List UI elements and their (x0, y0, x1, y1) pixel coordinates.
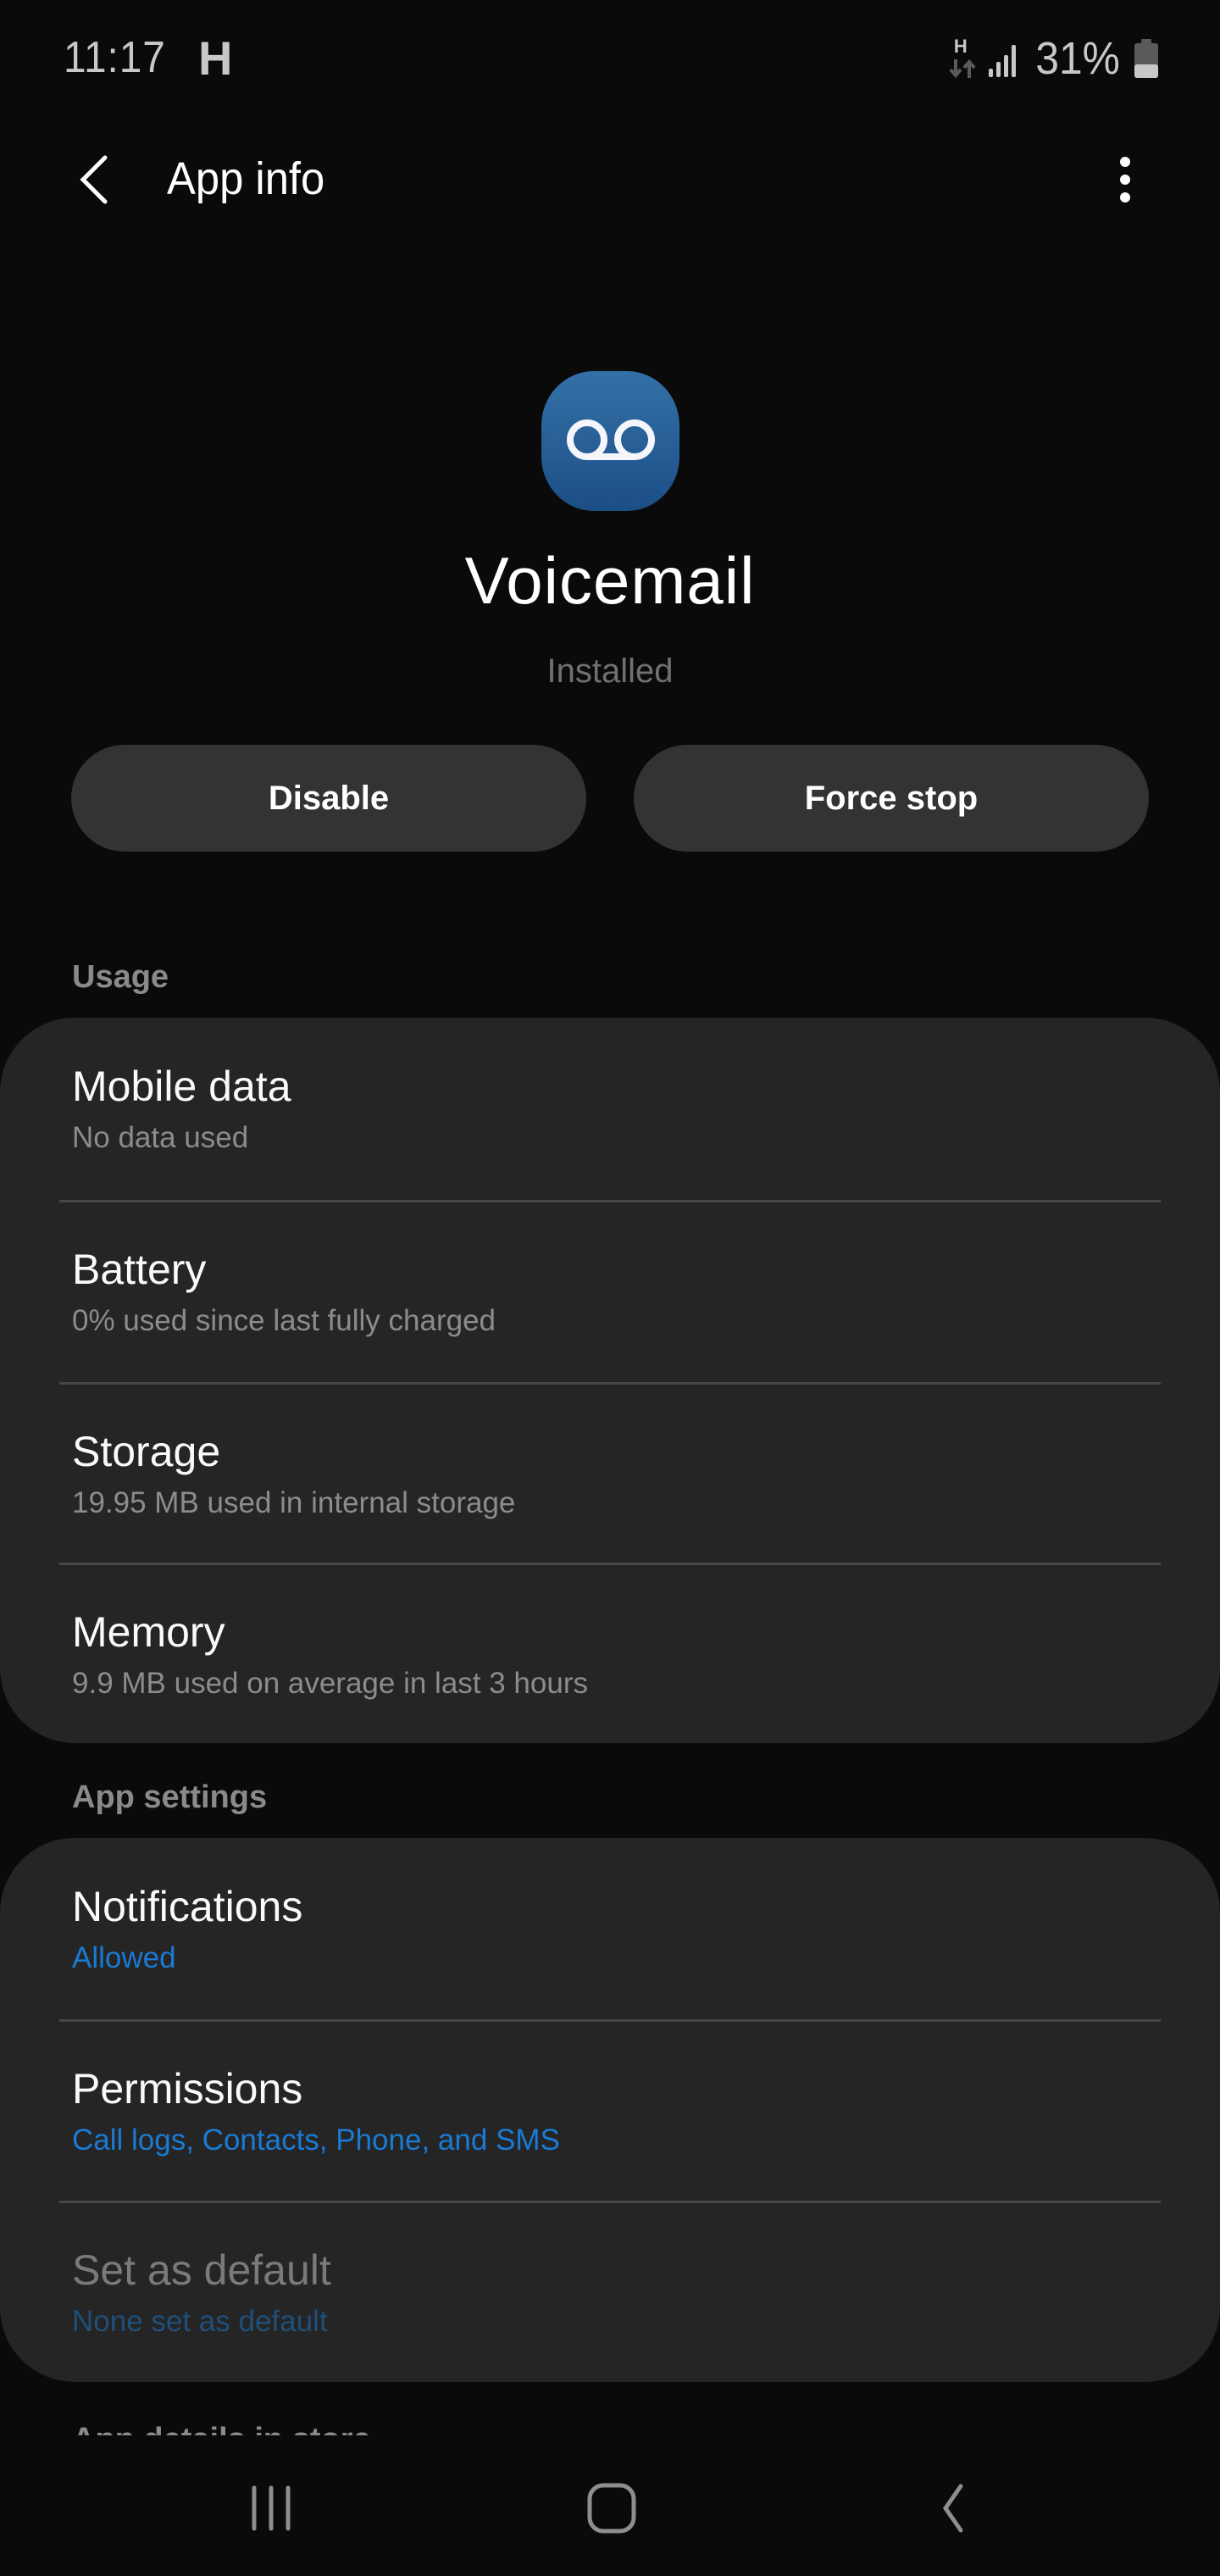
recents-icon (252, 2485, 291, 2531)
section-header-app-settings: App settings (72, 1779, 268, 1815)
back-icon (942, 2484, 963, 2533)
item-title: Battery (72, 1246, 207, 1293)
disable-button[interactable]: Disable (71, 745, 586, 852)
battery-percent: 31% (1035, 33, 1120, 84)
item-title: Notifications (72, 1883, 303, 1930)
item-subtitle: Allowed (72, 1941, 176, 1974)
home-icon (587, 2483, 636, 2534)
list-item-set-as-default: Set as default None set as default (0, 2201, 1220, 2383)
item-title: Memory (72, 1608, 225, 1656)
force-stop-button[interactable]: Force stop (634, 745, 1149, 852)
list-item-memory[interactable]: Memory 9.9 MB used on average in last 3 … (0, 1563, 1220, 1745)
battery-icon (1134, 39, 1158, 78)
usage-card: Mobile data No data used Battery 0% used… (0, 1018, 1220, 1743)
item-subtitle: No data used (72, 1121, 249, 1154)
network-activity-icon: H (947, 36, 978, 79)
list-item-storage[interactable]: Storage 19.95 MB used in internal storag… (0, 1383, 1220, 1564)
chevron-left-icon (80, 155, 108, 204)
recents-button[interactable] (220, 2474, 322, 2542)
network-type-label: H (198, 31, 233, 85)
item-title: Storage (72, 1428, 221, 1475)
status-icons: H 31% (947, 33, 1159, 84)
item-subtitle: 19.95 MB used in internal storage (72, 1486, 516, 1519)
item-title: Permissions (72, 2065, 303, 2112)
item-subtitle: Call logs, Contacts, Phone, and SMS (72, 2124, 560, 2157)
signal-icon (988, 45, 1016, 77)
list-item-battery[interactable]: Battery 0% used since last fully charged (0, 1201, 1220, 1382)
app-settings-card: Notifications Allowed Permissions Call l… (0, 1838, 1220, 2382)
section-header-app-details: App details in store (72, 2422, 371, 2435)
navigation-bar (0, 2440, 1220, 2576)
list-item-mobile-data[interactable]: Mobile data No data used (0, 1018, 1220, 1199)
item-subtitle: None set as default (72, 2305, 328, 2338)
item-title: Set as default (72, 2246, 331, 2294)
app-install-status: Installed (546, 652, 674, 690)
voicemail-icon (566, 419, 655, 460)
more-options-button[interactable] (1101, 146, 1149, 214)
section-header-usage: Usage (72, 959, 169, 995)
list-item-notifications[interactable]: Notifications Allowed (0, 1838, 1220, 2019)
back-button[interactable] (66, 148, 120, 211)
list-item-permissions[interactable]: Permissions Call logs, Contacts, Phone, … (0, 2020, 1220, 2201)
app-name: Voicemail (464, 543, 756, 618)
item-subtitle: 0% used since last fully charged (72, 1304, 496, 1337)
app-icon (541, 371, 679, 511)
page-title: App info (167, 153, 325, 204)
status-time: 11:17 (64, 33, 166, 82)
home-button[interactable] (561, 2474, 663, 2542)
data-indicator-label: H (953, 36, 968, 57)
nav-back-button[interactable] (901, 2474, 1003, 2542)
item-title: Mobile data (72, 1063, 291, 1110)
item-subtitle: 9.9 MB used on average in last 3 hours (72, 1667, 588, 1700)
more-vertical-icon (1120, 157, 1130, 167)
